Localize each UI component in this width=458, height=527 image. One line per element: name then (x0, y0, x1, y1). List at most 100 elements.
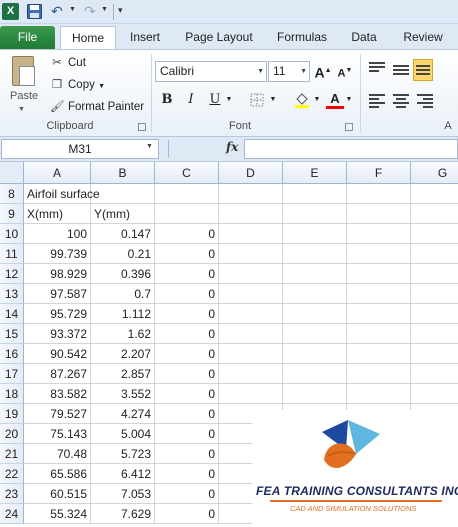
align-right-icon[interactable] (417, 94, 433, 108)
row-header[interactable]: 16 (0, 344, 24, 364)
align-middle-icon[interactable] (393, 65, 409, 79)
cell-a[interactable]: 93.372 (24, 324, 91, 344)
cell-b[interactable]: 1.112 (91, 304, 155, 324)
borders-dropdown-icon[interactable]: ▼ (268, 90, 278, 110)
cell-g[interactable] (411, 284, 458, 304)
customize-qat-icon[interactable]: ▾ (118, 5, 123, 16)
align-top-icon[interactable] (369, 62, 385, 76)
tab-data[interactable]: Data (344, 26, 384, 49)
cell-g[interactable] (411, 304, 458, 324)
undo-dropdown-icon[interactable]: ▼ (69, 6, 76, 13)
cell-f[interactable] (347, 344, 411, 364)
font-color-button[interactable]: A (326, 90, 344, 109)
cell-a[interactable]: 83.582 (24, 384, 91, 404)
row-header[interactable]: 19 (0, 404, 24, 424)
cell-e[interactable] (283, 184, 347, 204)
cell-e[interactable] (283, 244, 347, 264)
cell-d[interactable] (219, 364, 283, 384)
cell-a[interactable]: 99.739 (24, 244, 91, 264)
name-box-dropdown-icon[interactable]: ▼ (146, 143, 153, 150)
cell-f[interactable] (347, 324, 411, 344)
cell-b[interactable]: 6.412 (91, 464, 155, 484)
formula-input[interactable] (244, 139, 458, 159)
cell-d[interactable] (219, 244, 283, 264)
cell-c[interactable]: 0 (155, 464, 219, 484)
copy-dropdown-icon[interactable]: ▼ (98, 83, 105, 90)
row-header[interactable]: 22 (0, 464, 24, 484)
cell-e[interactable] (283, 384, 347, 404)
align-bottom-icon[interactable] (413, 59, 433, 81)
insert-function-icon[interactable]: fx (226, 140, 238, 154)
cell-a[interactable]: 65.586 (24, 464, 91, 484)
cell-g[interactable] (411, 244, 458, 264)
cell-f[interactable] (347, 284, 411, 304)
cell-c[interactable]: 0 (155, 444, 219, 464)
cell-a[interactable]: 97.587 (24, 284, 91, 304)
cell-f[interactable] (347, 264, 411, 284)
cell-b[interactable]: 0.396 (91, 264, 155, 284)
column-header-e[interactable]: E (283, 162, 347, 184)
cell-a[interactable]: 70.48 (24, 444, 91, 464)
row-header[interactable]: 15 (0, 324, 24, 344)
cell-a[interactable]: 100 (24, 224, 91, 244)
font-size-dropdown-icon[interactable]: ▼ (300, 62, 307, 81)
cell-g[interactable] (411, 324, 458, 344)
cell-a[interactable]: 90.542 (24, 344, 91, 364)
cell-a[interactable]: 95.729 (24, 304, 91, 324)
cell-e[interactable] (283, 304, 347, 324)
cell-g[interactable] (411, 204, 458, 224)
redo-dropdown-icon[interactable]: ▼ (101, 6, 108, 13)
paste-button[interactable]: Paste ▼ (4, 54, 42, 116)
grow-font-button[interactable]: A▲ (314, 61, 332, 81)
cell-b[interactable]: 3.552 (91, 384, 155, 404)
column-header-a[interactable]: A (24, 162, 91, 184)
fill-color-icon[interactable] (292, 90, 312, 110)
row-header[interactable]: 12 (0, 264, 24, 284)
cell-e[interactable] (283, 284, 347, 304)
cell-b[interactable]: 7.053 (91, 484, 155, 504)
cell-f[interactable] (347, 204, 411, 224)
cell-a[interactable]: 87.267 (24, 364, 91, 384)
cell-f[interactable] (347, 384, 411, 404)
cell-a[interactable]: 55.324 (24, 504, 91, 524)
cell-a[interactable]: X(mm) (24, 204, 91, 224)
cell-b[interactable]: 0.147 (91, 224, 155, 244)
row-header[interactable]: 8 (0, 184, 24, 204)
row-header[interactable]: 21 (0, 444, 24, 464)
cell-c[interactable]: 0 (155, 244, 219, 264)
row-header[interactable]: 23 (0, 484, 24, 504)
row-header[interactable]: 14 (0, 304, 24, 324)
cell-a[interactable]: Airfoil surface (24, 184, 100, 204)
shrink-font-button[interactable]: A▼ (336, 61, 354, 81)
row-header[interactable]: 9 (0, 204, 24, 224)
align-center-icon[interactable] (393, 94, 409, 108)
cell-c[interactable]: 0 (155, 344, 219, 364)
select-all-corner[interactable] (0, 162, 24, 184)
cell-f[interactable] (347, 304, 411, 324)
column-header-f[interactable]: F (347, 162, 411, 184)
cell-f[interactable] (347, 244, 411, 264)
cell-e[interactable] (283, 264, 347, 284)
copy-button[interactable]: ❐ Copy ▼ (50, 76, 105, 94)
cell-e[interactable] (283, 364, 347, 384)
cell-b[interactable]: 5.004 (91, 424, 155, 444)
cell-b[interactable]: 4.274 (91, 404, 155, 424)
cell-a[interactable]: 98.929 (24, 264, 91, 284)
cell-g[interactable] (411, 224, 458, 244)
tab-home[interactable]: Home (60, 26, 116, 49)
cell-d[interactable] (219, 204, 283, 224)
cell-b[interactable]: 2.857 (91, 364, 155, 384)
cut-button[interactable]: ✂ Cut (50, 54, 86, 72)
tab-insert[interactable]: Insert (122, 26, 168, 49)
cell-d[interactable] (219, 304, 283, 324)
italic-button[interactable]: I (182, 90, 200, 110)
save-icon[interactable] (27, 4, 42, 19)
cell-f[interactable] (347, 184, 411, 204)
cell-c[interactable]: 0 (155, 384, 219, 404)
cell-d[interactable] (219, 324, 283, 344)
cell-c[interactable]: 0 (155, 324, 219, 344)
borders-icon[interactable] (248, 90, 266, 110)
cell-b[interactable]: 5.723 (91, 444, 155, 464)
cell-c[interactable]: 0 (155, 364, 219, 384)
cell-a[interactable]: 75.143 (24, 424, 91, 444)
